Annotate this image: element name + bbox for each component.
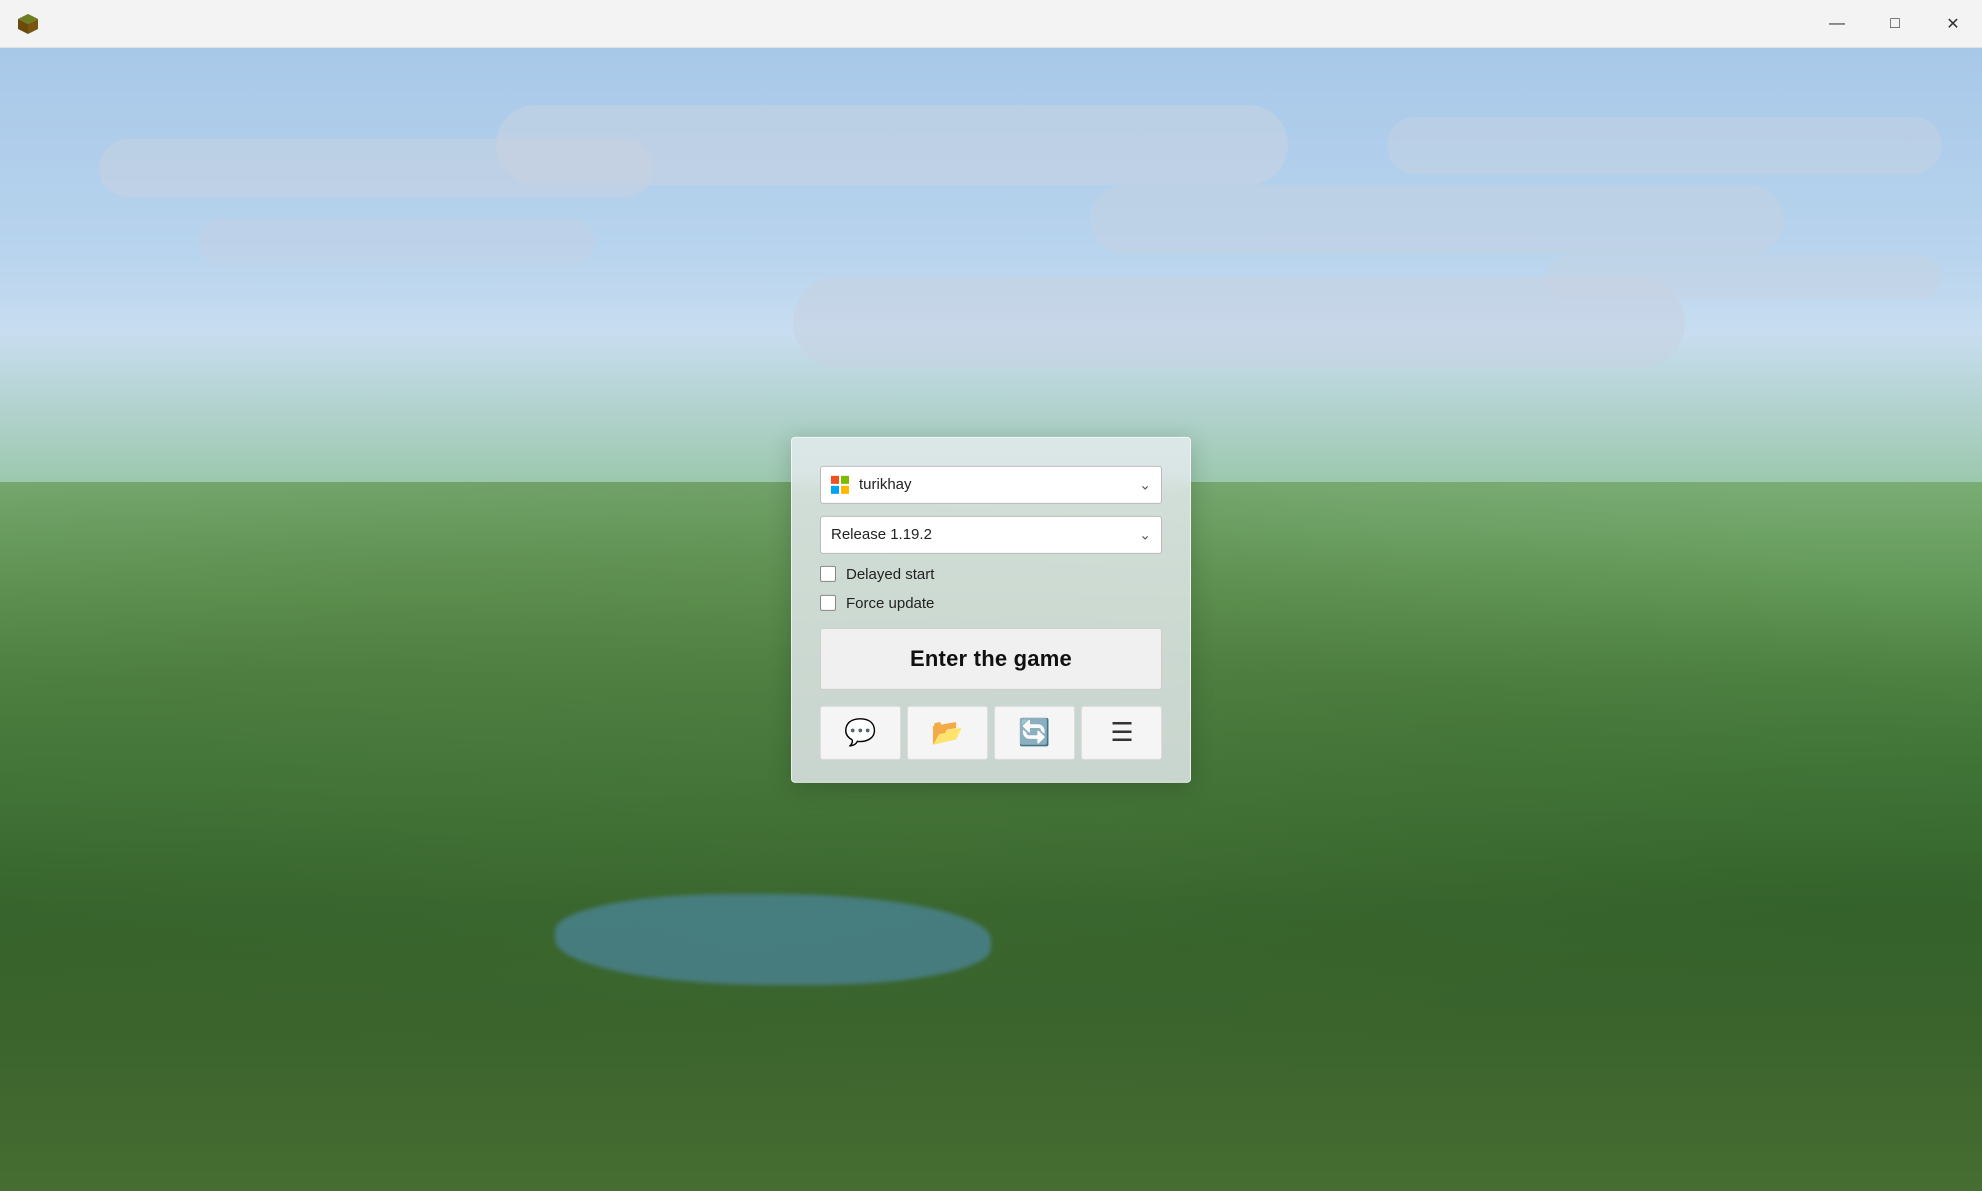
window-controls: — □ ✕	[1808, 0, 1982, 48]
folder-icon: 📂	[931, 717, 963, 748]
force-update-checkbox[interactable]	[820, 595, 836, 611]
chat-icon: 💬	[844, 717, 876, 748]
microsoft-logo	[831, 475, 849, 493]
version-chevron-icon: ⌄	[1139, 526, 1151, 543]
menu-button[interactable]: ☰	[1081, 705, 1162, 759]
account-dropdown-wrap: turikhay ⌄	[820, 465, 1162, 503]
close-button[interactable]: ✕	[1924, 0, 1982, 48]
launcher-dialog: turikhay ⌄ Release 1.19.2 ⌄ Delayed star…	[791, 436, 1191, 782]
force-update-label: Force update	[846, 594, 934, 611]
version-dropdown-value: Release 1.19.2	[831, 526, 932, 543]
version-dropdown-wrap: Release 1.19.2 ⌄	[820, 515, 1162, 553]
minimize-button[interactable]: —	[1808, 0, 1866, 48]
cloud	[793, 277, 1685, 368]
enter-game-button[interactable]: Enter the game	[820, 627, 1162, 689]
account-dropdown[interactable]: turikhay ⌄	[820, 465, 1162, 503]
force-update-row[interactable]: Force update	[820, 594, 1162, 611]
account-dropdown-value: turikhay	[859, 476, 912, 493]
refresh-button[interactable]: 🔄	[994, 705, 1075, 759]
titlebar: — □ ✕	[0, 0, 1982, 48]
water	[555, 894, 991, 985]
cloud	[1387, 117, 1942, 174]
delayed-start-checkbox[interactable]	[820, 566, 836, 582]
app-icon	[8, 0, 48, 48]
cloud	[1090, 185, 1784, 254]
menu-icon: ☰	[1110, 717, 1132, 748]
folder-button[interactable]: 📂	[907, 705, 988, 759]
cloud	[99, 139, 654, 196]
delayed-start-label: Delayed start	[846, 565, 934, 582]
chat-button[interactable]: 💬	[820, 705, 901, 759]
toolbar: 💬 📂 🔄 ☰	[820, 705, 1162, 759]
refresh-icon: 🔄	[1018, 717, 1050, 748]
maximize-button[interactable]: □	[1866, 0, 1924, 48]
account-chevron-icon: ⌄	[1139, 476, 1151, 493]
delayed-start-row[interactable]: Delayed start	[820, 565, 1162, 582]
version-dropdown[interactable]: Release 1.19.2 ⌄	[820, 515, 1162, 553]
cloud	[198, 219, 594, 265]
